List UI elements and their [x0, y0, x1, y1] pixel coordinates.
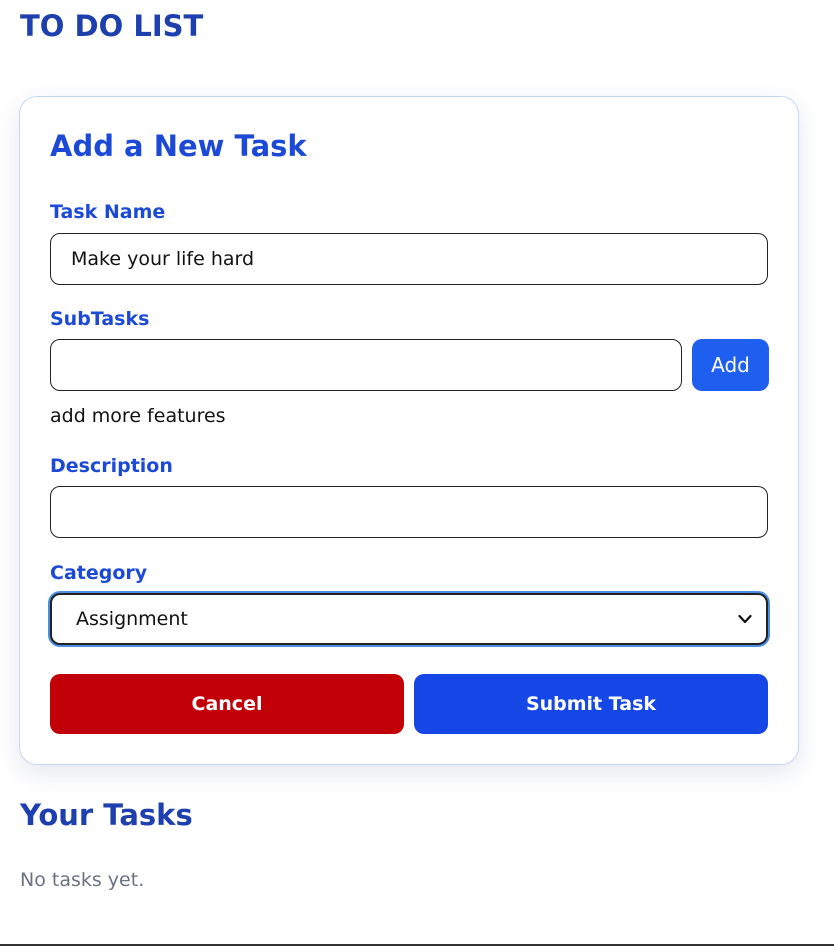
add-subtask-button[interactable]: Add — [692, 339, 769, 391]
task-name-input[interactable] — [50, 233, 768, 285]
tasks-title: Your Tasks — [20, 798, 193, 832]
page: TO DO LIST Add a New Task Task Name SubT… — [0, 0, 834, 946]
category-selected-value: Assignment — [76, 608, 188, 630]
category-label: Category — [50, 562, 148, 584]
app-title: TO DO LIST — [20, 9, 204, 43]
submit-task-button[interactable]: Submit Task — [414, 674, 768, 734]
description-label: Description — [50, 455, 173, 477]
empty-tasks-message: No tasks yet. — [20, 869, 145, 891]
subtasks-label: SubTasks — [50, 308, 150, 330]
form-title: Add a New Task — [50, 129, 307, 163]
task-name-label: Task Name — [50, 201, 166, 223]
cancel-button[interactable]: Cancel — [50, 674, 404, 734]
description-input[interactable] — [50, 486, 768, 538]
subtask-input[interactable] — [50, 339, 682, 391]
category-select[interactable]: Assignment — [50, 593, 768, 645]
subtask-item: add more features — [50, 405, 226, 427]
add-task-card: Add a New Task Task Name SubTasks Add ad… — [19, 96, 799, 765]
chevron-down-icon — [738, 612, 752, 626]
